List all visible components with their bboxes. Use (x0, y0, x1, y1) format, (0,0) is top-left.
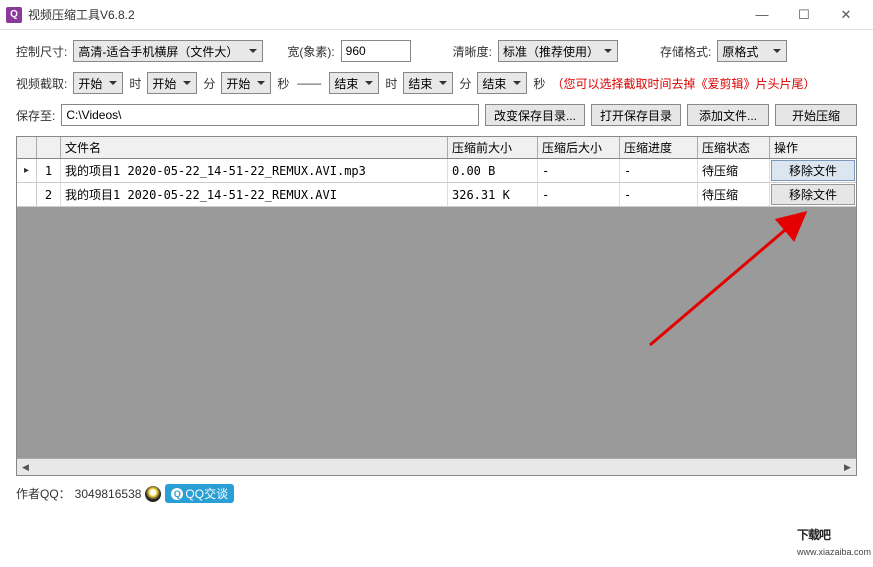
clarity-select[interactable]: 标准（推荐使用） (498, 40, 618, 62)
end-sec-select[interactable]: 结束 (477, 72, 527, 94)
col-operation[interactable]: 操作 (770, 137, 856, 158)
scroll-left-icon[interactable]: ◀ (17, 459, 34, 476)
row-before-size: 0.00 B (448, 159, 538, 182)
start-compress-button[interactable]: 开始压缩 (775, 104, 857, 126)
row-op-cell: 移除文件 (770, 159, 856, 182)
col-before-size[interactable]: 压缩前大小 (448, 137, 538, 158)
scroll-right-icon[interactable]: ▶ (839, 459, 856, 476)
format-label: 存储格式: (660, 43, 711, 60)
min-unit-2: 分 (459, 75, 471, 92)
author-label: 作者QQ： (16, 485, 71, 502)
size-row: 控制尺寸: 高清-适合手机横屏（文件大） 宽(象素): 清晰度: 标准（推荐使用… (16, 40, 857, 62)
size-label: 控制尺寸: (16, 43, 67, 60)
start-hour-select[interactable]: 开始 (73, 72, 123, 94)
col-after-size[interactable]: 压缩后大小 (538, 137, 620, 158)
format-select[interactable]: 原格式 (717, 40, 787, 62)
open-dir-button[interactable]: 打开保存目录 (591, 104, 681, 126)
window-title: 视频压缩工具V6.8.2 (28, 6, 741, 23)
width-label: 宽(象素): (287, 43, 334, 60)
crop-row: 视频截取: 开始 时 开始 分 开始 秒 —— 结束 时 结束 分 结束 秒 （… (16, 72, 857, 94)
file-table: 文件名 压缩前大小 压缩后大小 压缩进度 压缩状态 操作 ▸ 1 我的项目1 2… (16, 136, 857, 476)
col-filename[interactable]: 文件名 (61, 137, 448, 158)
start-sec-select[interactable]: 开始 (221, 72, 271, 94)
end-hour-select[interactable]: 结束 (329, 72, 379, 94)
horizontal-scrollbar[interactable]: ◀ ▶ (17, 458, 856, 475)
app-icon: Q (6, 7, 22, 23)
col-index (37, 137, 61, 158)
col-progress[interactable]: 压缩进度 (620, 137, 698, 158)
row-status: 待压缩 (698, 159, 770, 182)
table-row[interactable]: ▸ 1 我的项目1 2020-05-22_14-51-22_REMUX.AVI.… (17, 159, 856, 183)
watermark-url: www.xiazaiba.com (797, 547, 871, 557)
footer: 作者QQ： 3049816538 Q QQ交谈 (0, 482, 873, 505)
row-marker: ▸ (17, 159, 37, 182)
qq-chat-button[interactable]: Q QQ交谈 (165, 484, 234, 503)
remove-file-button[interactable]: 移除文件 (771, 160, 855, 181)
qq-face-icon (145, 486, 161, 502)
save-path-input[interactable] (61, 104, 479, 126)
qq-icon: Q (171, 488, 183, 500)
row-after-size: - (538, 159, 620, 182)
remove-file-button[interactable]: 移除文件 (771, 184, 855, 205)
crop-hint: （您可以选择截取时间去掉《爱剪辑》片头片尾） (551, 75, 815, 92)
width-input[interactable] (341, 40, 411, 62)
col-marker (17, 137, 37, 158)
hour-unit-2: 时 (385, 75, 397, 92)
author-qq: 3049816538 (75, 487, 142, 501)
end-min-select[interactable]: 结束 (403, 72, 453, 94)
table-header: 文件名 压缩前大小 压缩后大小 压缩进度 压缩状态 操作 (17, 137, 856, 159)
minimize-button[interactable]: — (741, 1, 783, 29)
saveto-label: 保存至: (16, 107, 55, 124)
range-separator: —— (297, 76, 321, 90)
watermark: 下载吧 www.xiazaiba.com (797, 515, 871, 557)
close-button[interactable]: ✕ (825, 1, 867, 29)
row-filename: 我的项目1 2020-05-22_14-51-22_REMUX.AVI.mp3 (61, 159, 448, 182)
sec-unit-2: 秒 (533, 75, 545, 92)
row-before-size: 326.31 K (448, 183, 538, 206)
col-status[interactable]: 压缩状态 (698, 137, 770, 158)
qq-chat-label: QQ交谈 (185, 485, 228, 502)
table-row[interactable]: 2 我的项目1 2020-05-22_14-51-22_REMUX.AVI 32… (17, 183, 856, 207)
maximize-button[interactable]: ☐ (783, 1, 825, 29)
table-body: ▸ 1 我的项目1 2020-05-22_14-51-22_REMUX.AVI.… (17, 159, 856, 207)
row-progress: - (620, 183, 698, 206)
row-op-cell: 移除文件 (770, 183, 856, 206)
row-index: 2 (37, 183, 61, 206)
start-min-select[interactable]: 开始 (147, 72, 197, 94)
add-file-button[interactable]: 添加文件... (687, 104, 769, 126)
clarity-label: 清晰度: (453, 43, 492, 60)
row-marker (17, 183, 37, 206)
row-progress: - (620, 159, 698, 182)
row-index: 1 (37, 159, 61, 182)
row-status: 待压缩 (698, 183, 770, 206)
row-filename: 我的项目1 2020-05-22_14-51-22_REMUX.AVI (61, 183, 448, 206)
save-row: 保存至: 改变保存目录... 打开保存目录 添加文件... 开始压缩 (16, 104, 857, 126)
size-select[interactable]: 高清-适合手机横屏（文件大） (73, 40, 263, 62)
hour-unit-1: 时 (129, 75, 141, 92)
min-unit-1: 分 (203, 75, 215, 92)
sec-unit-1: 秒 (277, 75, 289, 92)
scroll-track[interactable] (34, 459, 839, 475)
crop-label: 视频截取: (16, 75, 67, 92)
row-after-size: - (538, 183, 620, 206)
titlebar: Q 视频压缩工具V6.8.2 — ☐ ✕ (0, 0, 873, 30)
watermark-text: 下载吧 (797, 528, 830, 542)
change-dir-button[interactable]: 改变保存目录... (485, 104, 585, 126)
